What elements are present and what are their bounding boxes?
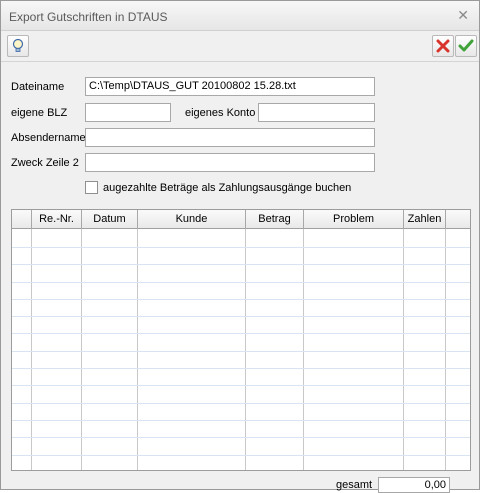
green-check-icon bbox=[458, 39, 474, 52]
column-header-problem[interactable]: Problem bbox=[304, 210, 404, 229]
table-row-line bbox=[12, 455, 470, 456]
gesamt-value: 0,00 bbox=[378, 477, 450, 493]
column-header-datum[interactable]: Datum bbox=[82, 210, 138, 229]
zweck-zeile-2-field[interactable] bbox=[85, 153, 375, 172]
table-row-line bbox=[12, 437, 470, 438]
dateiname-label: Dateiname bbox=[11, 81, 65, 93]
eigenes-konto-field[interactable] bbox=[258, 103, 375, 122]
absendername-field[interactable] bbox=[85, 128, 375, 147]
table-row-line bbox=[12, 333, 470, 334]
zweck-zeile-2-label: Zweck Zeile 2 bbox=[11, 157, 79, 169]
toolbar bbox=[1, 32, 479, 62]
export-dialog: Export Gutschriften in DTAUS ✕ Dateiname… bbox=[0, 0, 480, 493]
red-x-icon bbox=[436, 39, 450, 53]
table-row-line bbox=[12, 420, 470, 421]
column-divider bbox=[81, 229, 82, 470]
gutschriften-table[interactable]: Re.-Nr. Datum Kunde Betrag Problem Zahle… bbox=[11, 209, 471, 471]
column-divider bbox=[137, 229, 138, 470]
ok-button[interactable] bbox=[455, 35, 477, 57]
dateiname-field[interactable]: C:\Temp\DTAUS_GUT 20100802 15.28.txt bbox=[85, 77, 375, 96]
gesamt-label: gesamt bbox=[336, 479, 373, 491]
table-header: Re.-Nr. Datum Kunde Betrag Problem Zahle… bbox=[12, 210, 470, 229]
table-row-line bbox=[12, 351, 470, 352]
table-row-line bbox=[12, 368, 470, 369]
zahlungsausgaenge-checkbox[interactable] bbox=[85, 181, 98, 194]
column-divider bbox=[245, 229, 246, 470]
column-header-re-nr[interactable]: Re.-Nr. bbox=[32, 210, 82, 229]
absendername-label: Absendername bbox=[11, 132, 86, 144]
column-divider bbox=[445, 229, 446, 470]
checkbox-label: augezahlte Beträge als Zahlungsausgänge … bbox=[103, 182, 352, 194]
column-divider bbox=[403, 229, 404, 470]
eigene-blz-field[interactable] bbox=[85, 103, 171, 122]
cancel-button[interactable] bbox=[432, 35, 454, 57]
table-row-line bbox=[12, 299, 470, 300]
column-header-betrag[interactable]: Betrag bbox=[246, 210, 304, 229]
close-icon[interactable]: ✕ bbox=[457, 7, 469, 24]
eigenes-konto-label: eigenes Konto bbox=[185, 107, 256, 119]
row-indicator-header bbox=[12, 210, 32, 229]
table-row-line bbox=[12, 403, 470, 404]
title-bar: Export Gutschriften in DTAUS ✕ bbox=[1, 1, 479, 31]
column-header-kunde[interactable]: Kunde bbox=[138, 210, 246, 229]
table-row-line bbox=[12, 316, 470, 317]
column-header-zahlen[interactable]: Zahlen bbox=[404, 210, 446, 229]
eigene-blz-label: eigene BLZ bbox=[11, 107, 68, 119]
hint-button[interactable] bbox=[7, 35, 29, 57]
table-row-line bbox=[12, 282, 470, 283]
window-title: Export Gutschriften in DTAUS bbox=[9, 10, 168, 24]
row-indicator-divider bbox=[31, 229, 32, 470]
column-divider bbox=[303, 229, 304, 470]
table-row-line bbox=[12, 264, 470, 265]
table-row-line bbox=[12, 385, 470, 386]
table-row-line bbox=[12, 247, 470, 248]
lightbulb-icon bbox=[12, 38, 24, 52]
